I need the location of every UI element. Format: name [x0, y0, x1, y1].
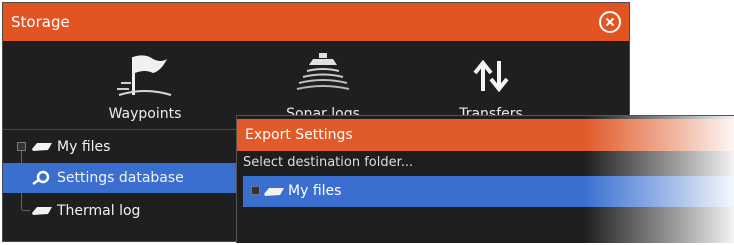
destination-item-label: My files — [288, 183, 342, 199]
file-tree: My files Settings database Thermal log — [3, 129, 241, 241]
disk-icon — [32, 207, 52, 215]
settings-gear-icon — [32, 170, 50, 186]
export-title: Export Settings — [245, 127, 353, 143]
export-title-bar: Export Settings — [237, 119, 734, 151]
sonar-icon — [296, 53, 350, 90]
expand-icon[interactable] — [251, 186, 260, 195]
tree-item-label: Thermal log — [57, 203, 141, 219]
transfer-arrows-icon — [473, 59, 509, 93]
waypoints-label: Waypoints — [108, 106, 182, 122]
tree-item-my-files[interactable]: My files — [3, 132, 241, 162]
sonar-logs-button[interactable]: Sonar logs — [243, 47, 403, 125]
tree-item-thermal-log[interactable]: Thermal log — [3, 196, 241, 226]
storage-title: Storage — [11, 13, 70, 31]
destination-item-my-files[interactable]: My files — [243, 176, 734, 207]
close-icon[interactable] — [599, 11, 621, 33]
flag-icon — [117, 55, 172, 96]
waypoints-button[interactable]: Waypoints — [65, 47, 225, 125]
storage-title-bar: Storage — [3, 3, 629, 41]
destination-prompt: Select destination folder... — [243, 155, 414, 170]
export-settings-dialog: Export Settings Select destination folde… — [236, 115, 734, 243]
expand-icon[interactable] — [17, 142, 26, 151]
tree-item-label: My files — [57, 139, 111, 155]
disk-icon — [32, 143, 52, 151]
tree-item-label: Settings database — [57, 170, 184, 186]
tree-item-settings-database[interactable]: Settings database — [3, 163, 241, 193]
disk-icon — [264, 188, 284, 196]
transfers-button[interactable]: Transfers — [411, 47, 571, 125]
